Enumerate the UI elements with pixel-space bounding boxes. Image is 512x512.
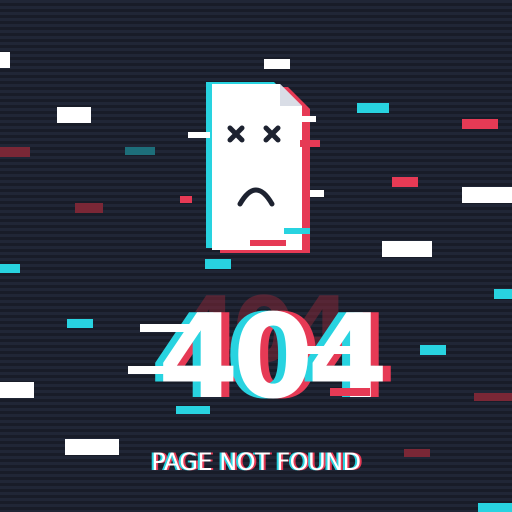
sad-document-icon [180, 70, 340, 270]
glitch-bar [0, 382, 34, 398]
glitch-slice [330, 388, 370, 396]
glitch-bar [67, 319, 93, 328]
glitch-bar [462, 119, 498, 129]
glitch-bar [264, 59, 290, 69]
glitch-bar [0, 264, 20, 273]
glitch-slice [300, 346, 358, 354]
glitch-slice [140, 324, 200, 332]
glitch-slice [176, 406, 210, 414]
glitch-bar [125, 147, 155, 155]
glitch-bar [57, 107, 91, 123]
glitch-bar [0, 52, 10, 68]
glitch-bar [494, 289, 512, 299]
error-code: 404 [158, 290, 388, 425]
glitch-bar [474, 393, 512, 401]
glitch-bar [478, 503, 512, 512]
glitch-bar [75, 203, 103, 213]
glitch-slice [128, 366, 174, 374]
glitch-bar [462, 187, 512, 203]
glitch-bar [382, 241, 432, 257]
glitch-bar [0, 147, 30, 157]
glitch-bar [420, 345, 446, 355]
glitch-bar [392, 177, 418, 187]
error-message: PAGE NOT FOUND [151, 448, 361, 476]
glitch-404-screen: 404 404 404 404 PAGE NOT FOUND [0, 0, 512, 512]
glitch-bar [357, 103, 389, 113]
